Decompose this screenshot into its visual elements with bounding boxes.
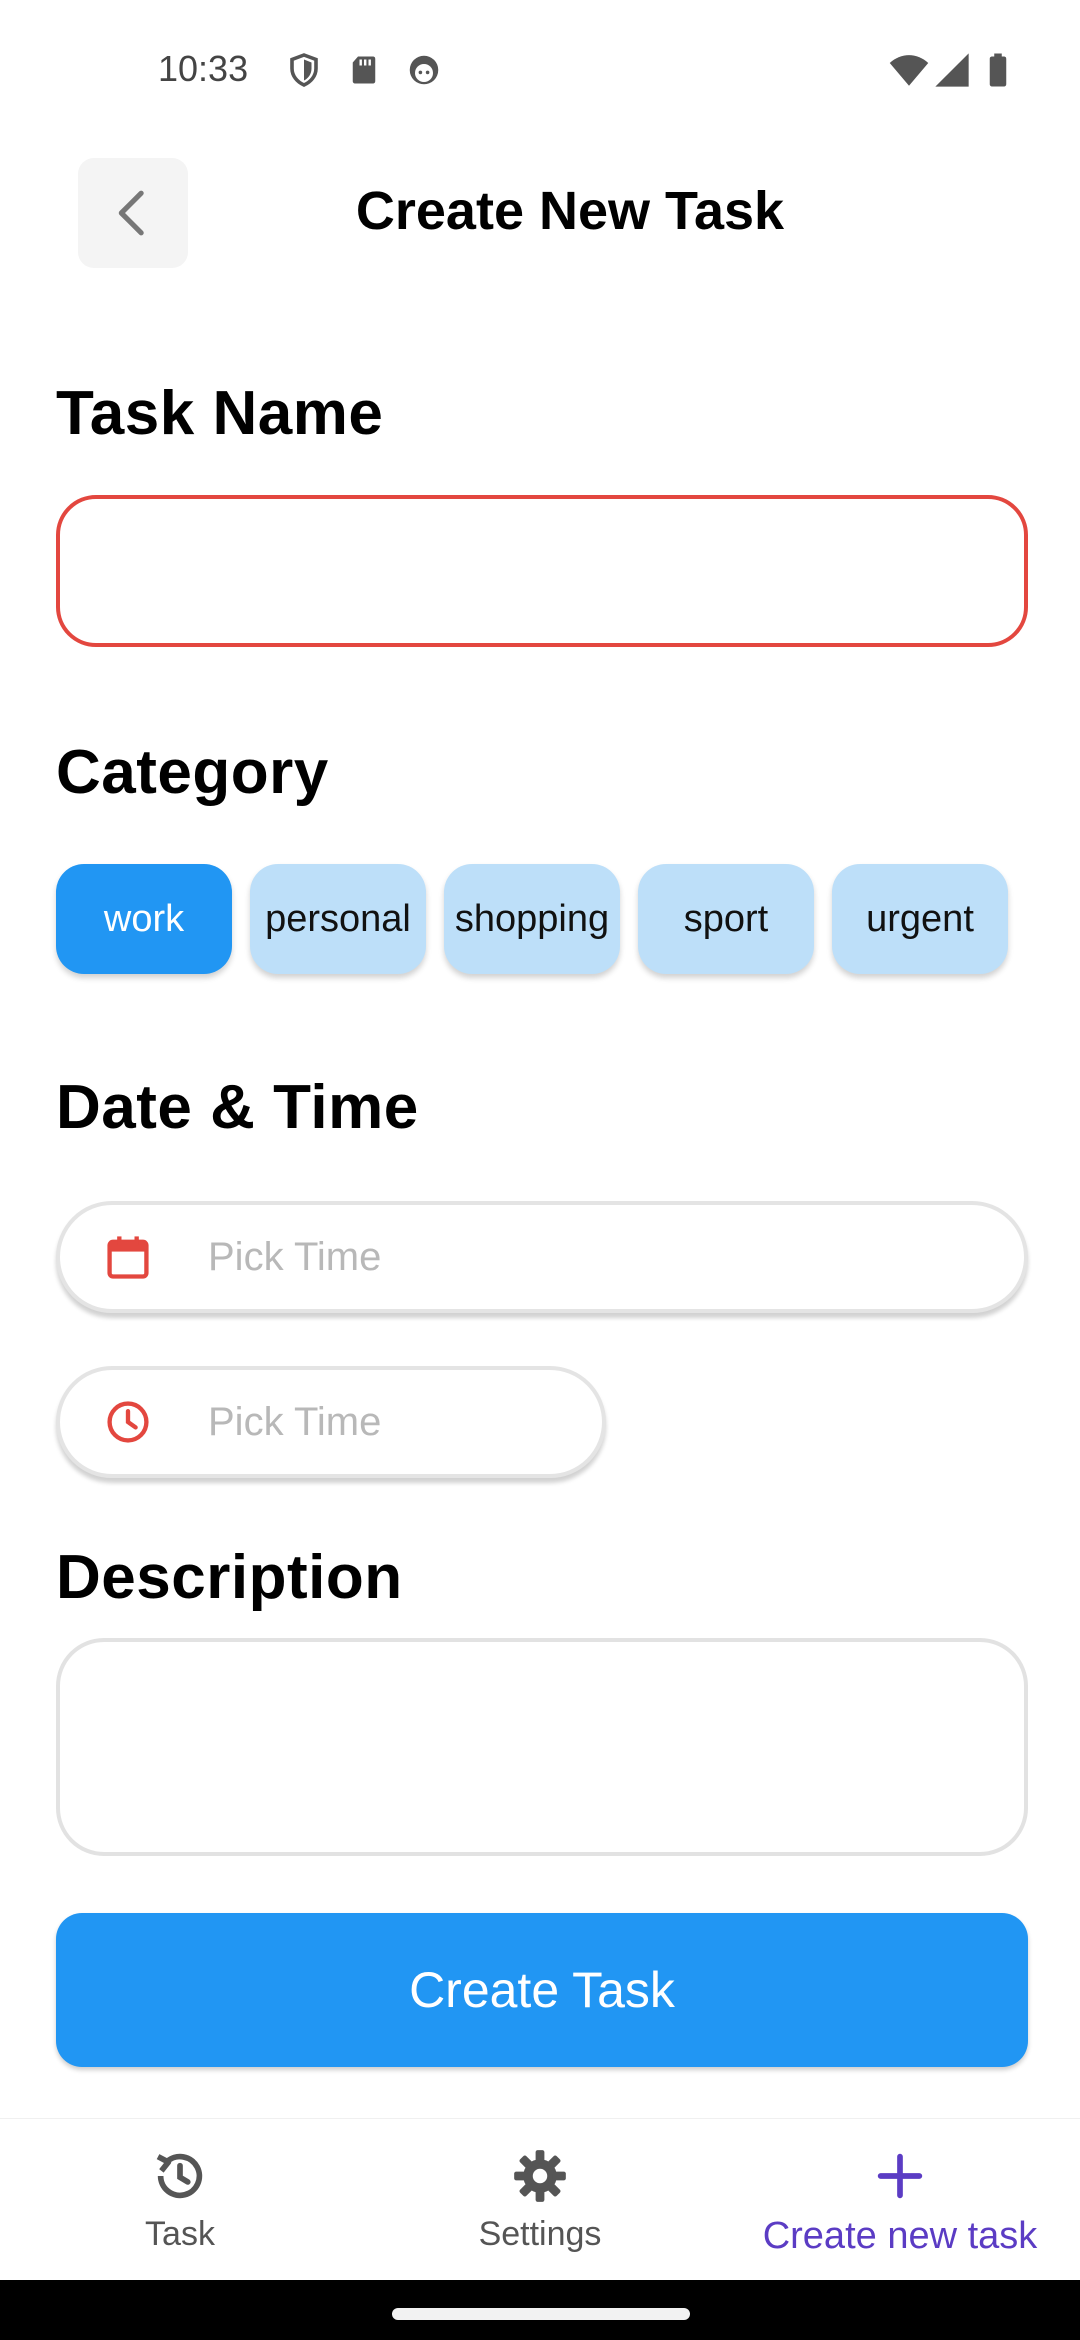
nav-label-create-new-task: Create new task (762, 2215, 1038, 2257)
plus-icon (869, 2145, 931, 2207)
status-bar: 10:33 (0, 0, 1080, 140)
signal-icon (932, 52, 972, 88)
nav-item-settings[interactable]: Settings (360, 2119, 720, 2281)
page-title: Create New Task (355, 181, 785, 241)
wifi-icon (888, 52, 930, 88)
description-label: Description (56, 1543, 403, 1612)
description-input[interactable] (56, 1638, 1028, 1856)
shield-icon (286, 52, 322, 88)
battery-icon (980, 52, 1016, 88)
category-chip-shopping[interactable]: shopping (444, 864, 620, 974)
nav-item-task[interactable]: Task (0, 2119, 360, 2281)
task-name-input[interactable] (56, 495, 1028, 647)
create-task-button[interactable]: Create Task (56, 1913, 1028, 2067)
date-picker-field[interactable]: Pick Time (56, 1201, 1028, 1313)
nav-label-task: Task (145, 2215, 215, 2253)
gesture-bar (0, 2280, 1080, 2340)
sd-card-icon (346, 52, 382, 88)
date-time-label: Date & Time (56, 1073, 419, 1142)
home-gesture-handle[interactable] (392, 2308, 690, 2320)
nav-item-create-new-task[interactable]: Create new task (720, 2119, 1080, 2281)
time-placeholder: Pick Time (208, 1399, 382, 1444)
task-name-label: Task Name (56, 379, 384, 448)
time-picker-field[interactable]: Pick Time (56, 1366, 606, 1478)
gear-icon (509, 2145, 571, 2207)
nav-label-settings: Settings (478, 2215, 602, 2253)
clock-icon (102, 1396, 154, 1448)
status-time: 10:33 (158, 48, 249, 89)
category-chip-sport[interactable]: sport (638, 864, 814, 974)
category-chip-urgent[interactable]: urgent (832, 864, 1008, 974)
bottom-navigation: Task Settings Create new task (0, 2118, 1080, 2280)
category-chips: work personal shopping sport urgent (56, 864, 1008, 974)
date-placeholder: Pick Time (208, 1234, 382, 1279)
create-task-screen: 10:33 Create New Task Task Name Category… (0, 0, 1080, 2340)
calendar-icon (102, 1231, 154, 1283)
category-label: Category (56, 738, 329, 807)
android-face-icon (406, 52, 442, 88)
category-chip-personal[interactable]: personal (250, 864, 426, 974)
category-chip-work[interactable]: work (56, 864, 232, 974)
history-icon (149, 2145, 211, 2207)
